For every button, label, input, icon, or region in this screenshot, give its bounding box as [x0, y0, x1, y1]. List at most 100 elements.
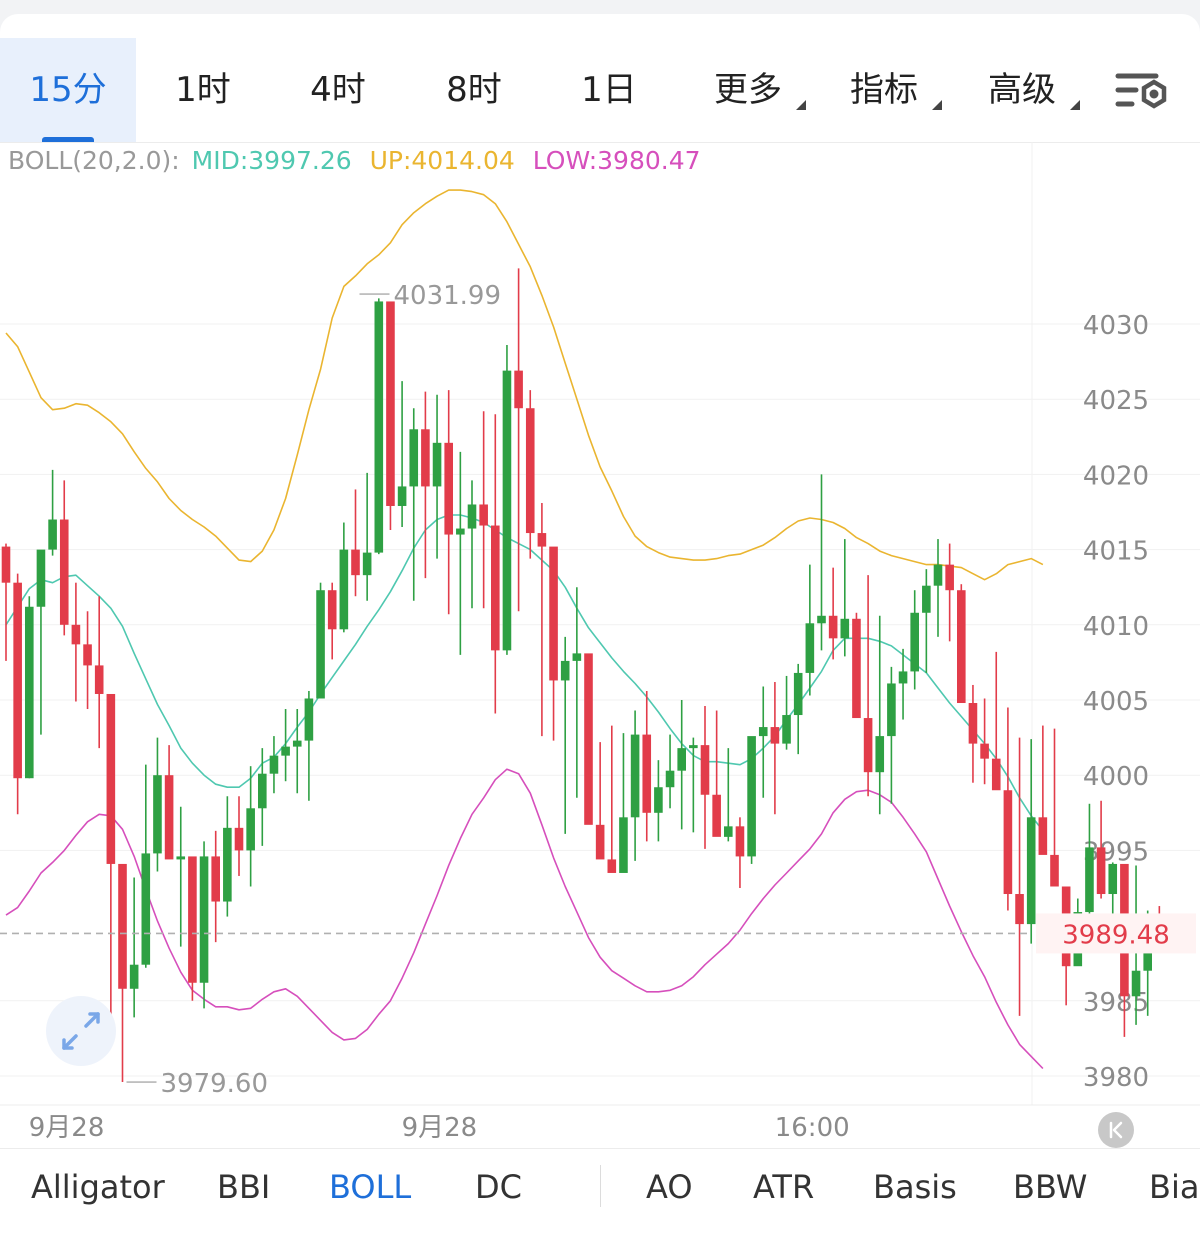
- candle-body-up: [910, 612, 919, 672]
- indicator-bbi[interactable]: BBI: [217, 1149, 270, 1225]
- top-strip-panel: [0, 14, 1200, 38]
- tab-1h[interactable]: 1时: [136, 38, 270, 142]
- candle-body-up: [153, 775, 162, 854]
- candle-body-up: [630, 734, 640, 818]
- candle-body-down: [1, 546, 11, 583]
- scroll-to-latest-icon[interactable]: [1098, 1112, 1134, 1148]
- price-annotation: 4031.99: [394, 281, 502, 311]
- candle-body-up: [199, 856, 209, 983]
- candle-body-down: [1050, 854, 1059, 887]
- candle-body-down: [735, 826, 745, 857]
- candle-body-up: [654, 787, 663, 813]
- candle-body-up: [1131, 970, 1141, 997]
- candle-body-up: [572, 653, 582, 661]
- candle-body-down: [1003, 790, 1013, 895]
- indicator-basis[interactable]: Basis: [873, 1149, 957, 1225]
- candle-body-up: [258, 773, 267, 809]
- candle-body-up: [269, 755, 279, 774]
- indicator-atr[interactable]: ATR: [753, 1149, 814, 1225]
- candle-body-down: [945, 564, 954, 591]
- candle-body-down: [491, 525, 500, 651]
- candle-body-up: [246, 808, 255, 851]
- candle-body-up: [758, 727, 768, 737]
- candle-body-up: [805, 623, 815, 673]
- tab-1d[interactable]: 1日: [542, 38, 676, 142]
- y-tick-label: 4000: [1083, 762, 1149, 792]
- candle-body-up: [456, 528, 465, 535]
- indicator-bar: Alligator BBI BOLL DC AO ATR Basis BBW B…: [0, 1148, 1200, 1250]
- y-tick-label: 4005: [1083, 687, 1149, 717]
- x-tick-label: 9月28: [29, 1113, 105, 1143]
- indicator-divider: [600, 1165, 601, 1207]
- candle-body-down: [118, 863, 127, 989]
- indicator-dc[interactable]: DC: [475, 1149, 522, 1225]
- candle-body-up: [922, 585, 931, 613]
- candle-body-up: [677, 748, 686, 771]
- candle-body-up: [665, 770, 675, 788]
- candle-body-up: [223, 827, 232, 902]
- candle-body-up: [397, 486, 407, 506]
- tab-advanced[interactable]: 高级: [978, 38, 1080, 142]
- tab-label: 1时: [175, 70, 231, 110]
- candle-body-up: [793, 672, 803, 716]
- candle-body-down: [700, 745, 710, 795]
- candle-body-down: [980, 743, 989, 759]
- candle-body-down: [584, 653, 593, 825]
- candle-body-down: [83, 644, 92, 666]
- candle-body-up: [840, 618, 850, 639]
- indicator-boll[interactable]: BOLL: [329, 1149, 411, 1225]
- candle-body-down: [327, 590, 337, 630]
- dropdown-caret-icon: [1070, 100, 1080, 110]
- tab-label: 高级: [988, 70, 1056, 110]
- boll-up-line: [5, 189, 1044, 581]
- candle-body-up: [933, 564, 943, 586]
- tab-label: 1日: [581, 70, 637, 110]
- indicator-bias[interactable]: Bias: [1149, 1149, 1200, 1225]
- candle-body-down: [957, 590, 966, 704]
- indicator-ao[interactable]: AO: [646, 1149, 693, 1225]
- candle-body-up: [560, 660, 570, 681]
- candle-body-down: [514, 370, 523, 409]
- candle-body-up: [432, 442, 442, 487]
- candle-body-up: [747, 736, 756, 857]
- candle-body-down: [537, 533, 547, 547]
- tab-indicators[interactable]: 指标: [840, 38, 942, 142]
- candle-body-down: [852, 618, 861, 719]
- candle-body-down: [479, 504, 488, 526]
- candle-body-up: [467, 504, 477, 529]
- candle-body-up: [887, 683, 896, 737]
- candle-body-up: [281, 746, 290, 756]
- candlestick-chart[interactable]: 4030402540204015401040054000399539853980…: [0, 142, 1200, 1148]
- candle-body-down: [968, 703, 978, 744]
- fullscreen-expand-icon[interactable]: [46, 996, 116, 1066]
- tab-label: 指标: [850, 70, 918, 110]
- chart-settings-icon[interactable]: [1108, 64, 1172, 116]
- tab-8h[interactable]: 8时: [406, 38, 542, 142]
- indicator-alligator[interactable]: Alligator: [31, 1149, 165, 1225]
- candle-body-down: [712, 794, 721, 837]
- candle-body-up: [362, 552, 372, 576]
- tab-15min[interactable]: 15分: [0, 38, 136, 142]
- y-tick-label: 4025: [1083, 386, 1149, 416]
- candle-body-down: [164, 775, 174, 860]
- y-tick-label: 3980: [1083, 1063, 1149, 1093]
- current-price-label: 3989.48: [1062, 920, 1170, 950]
- candle-body-up: [374, 301, 384, 553]
- candle-body-up: [36, 549, 46, 607]
- candle-body-down: [1015, 894, 1024, 925]
- tab-4h[interactable]: 4时: [270, 38, 406, 142]
- candle-body-down: [444, 442, 453, 535]
- tab-more[interactable]: 更多: [704, 38, 806, 142]
- candle-body-up: [409, 429, 419, 487]
- candle-body-up: [502, 370, 512, 651]
- candle-body-up: [1026, 817, 1036, 925]
- candle-body-down: [106, 693, 116, 864]
- y-tick-label: 4030: [1083, 311, 1149, 341]
- price-annotation: 3979.60: [161, 1069, 269, 1099]
- candle-body-down: [351, 549, 360, 576]
- candle-body-down: [59, 519, 69, 625]
- indicator-bbw[interactable]: BBW: [1013, 1149, 1087, 1225]
- candle-body-up: [875, 736, 885, 773]
- y-tick-label: 4015: [1083, 537, 1149, 567]
- top-strip: [0, 0, 1200, 38]
